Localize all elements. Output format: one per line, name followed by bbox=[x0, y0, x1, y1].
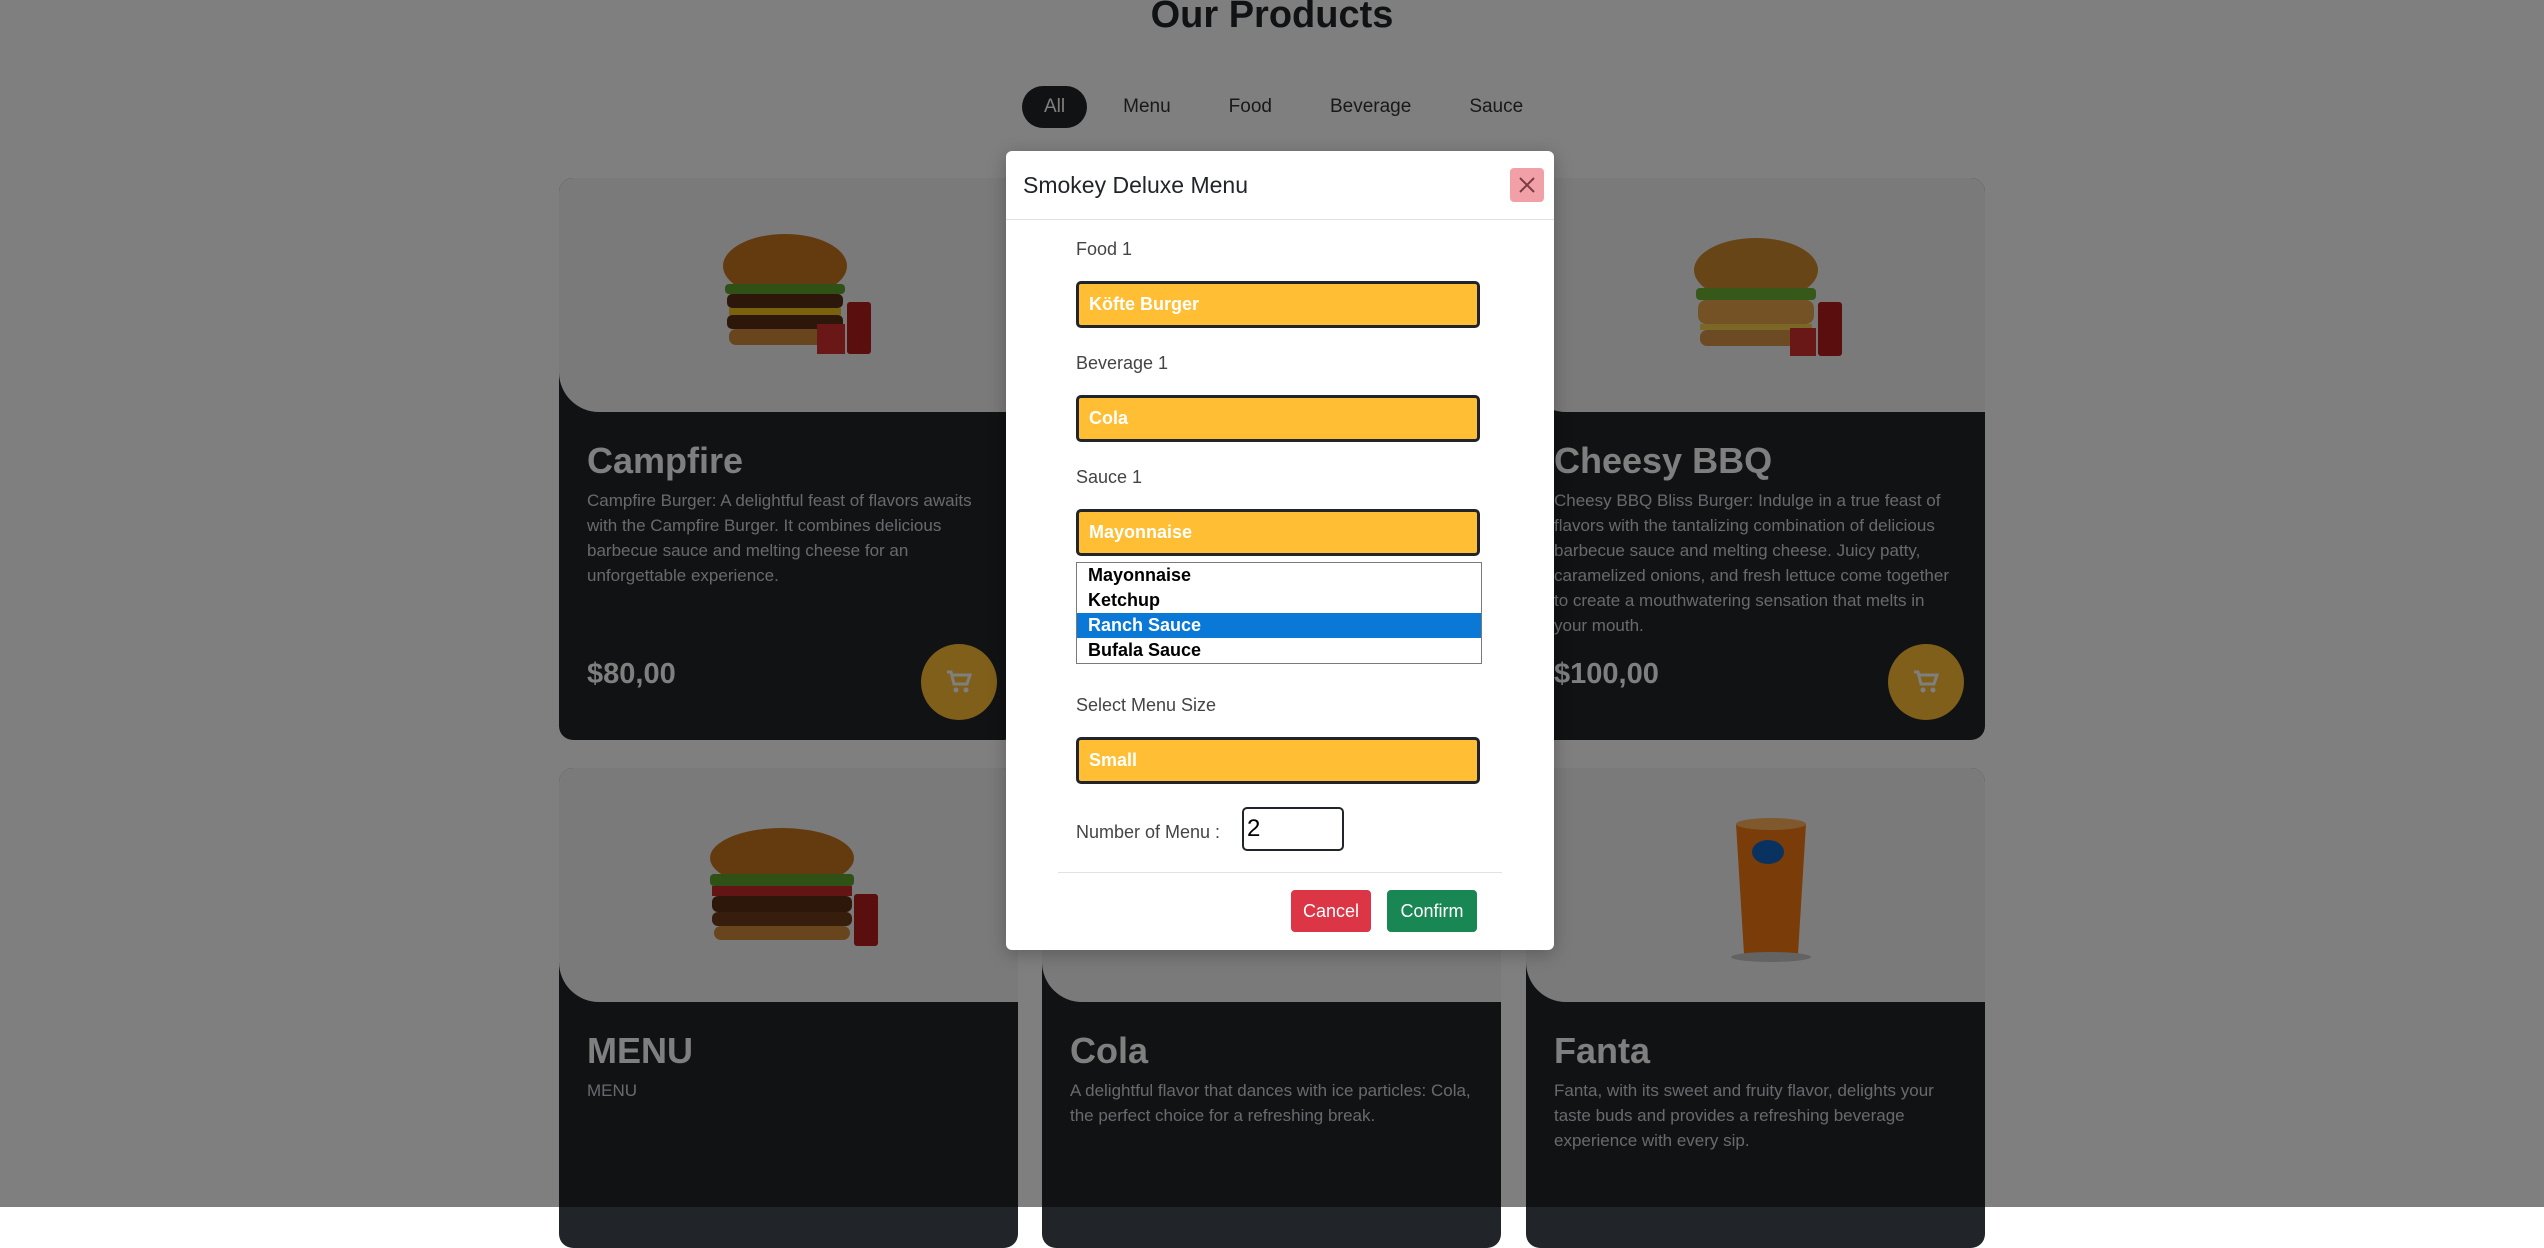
option-ranch-sauce[interactable]: Ranch Sauce bbox=[1077, 613, 1481, 638]
beverage-label: Beverage 1 bbox=[1076, 353, 1169, 373]
modal-title: Smokey Deluxe Menu bbox=[1006, 151, 1554, 220]
option-ketchup[interactable]: Ketchup bbox=[1077, 588, 1481, 613]
quantity-input[interactable]: 2 bbox=[1242, 807, 1344, 851]
size-select[interactable]: Small bbox=[1076, 737, 1480, 784]
food-label: Food 1 bbox=[1076, 239, 1133, 259]
option-mayonnaise[interactable]: Mayonnaise bbox=[1077, 563, 1481, 588]
option-bufala-sauce[interactable]: Bufala Sauce bbox=[1077, 638, 1481, 663]
size-label: Select Menu Size bbox=[1076, 695, 1217, 715]
cancel-button[interactable]: Cancel bbox=[1291, 890, 1371, 932]
footer-divider bbox=[1058, 872, 1502, 873]
sauce-select[interactable]: Mayonnaise bbox=[1076, 509, 1480, 556]
sauce-label: Sauce 1 bbox=[1076, 467, 1143, 487]
confirm-button[interactable]: Confirm bbox=[1387, 890, 1477, 932]
close-icon bbox=[1519, 177, 1535, 193]
close-button[interactable] bbox=[1510, 168, 1544, 202]
sauce-dropdown: Mayonnaise Ketchup Ranch Sauce Bufala Sa… bbox=[1076, 562, 1482, 664]
menu-modal: Smokey Deluxe Menu Food 1 Köfte Burger B… bbox=[1006, 151, 1554, 950]
food-select[interactable]: Köfte Burger bbox=[1076, 281, 1480, 328]
beverage-select[interactable]: Cola bbox=[1076, 395, 1480, 442]
quantity-label: Number of Menu : bbox=[1076, 822, 1221, 842]
